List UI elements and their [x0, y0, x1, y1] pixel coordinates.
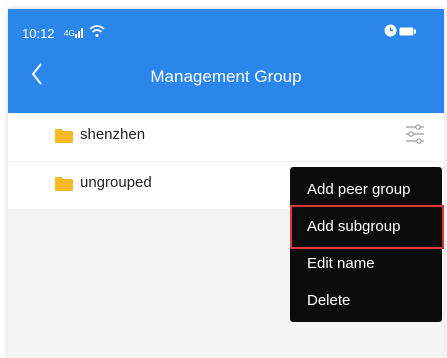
menu-item-label: Add peer group	[307, 181, 411, 198]
menu-item-label: Delete	[307, 292, 351, 309]
settings-sliders-icon[interactable]	[405, 123, 425, 145]
list-item-shenzhen[interactable]: shenzhen	[8, 113, 444, 162]
edit-name-item[interactable]: Edit name	[290, 246, 442, 282]
folder-icon	[55, 177, 73, 191]
status-time: 10:12	[22, 26, 55, 41]
delete-item[interactable]: Delete	[290, 283, 442, 319]
context-menu: Add peer group Add subgroup Edit name De…	[290, 167, 442, 322]
menu-item-label: Edit name	[307, 255, 375, 272]
phone-screen: 10:12 4G Management Group shenzhen ungro…	[8, 9, 444, 358]
wifi-icon	[89, 25, 105, 38]
add-subgroup-item[interactable]: Add subgroup	[290, 209, 442, 245]
group-name: shenzhen	[80, 126, 146, 143]
svg-text:4G: 4G	[64, 29, 75, 38]
alarm-icon	[384, 24, 397, 37]
add-peer-group-item[interactable]: Add peer group	[290, 172, 442, 208]
app-header: 10:12 4G Management Group	[8, 9, 444, 113]
folder-icon	[55, 129, 73, 143]
battery-icon	[399, 27, 416, 36]
menu-item-label: Add subgroup	[307, 218, 401, 235]
signal-icon: 4G	[64, 28, 83, 38]
group-name: ungrouped	[80, 174, 152, 191]
page-title: Management Group	[150, 67, 302, 86]
